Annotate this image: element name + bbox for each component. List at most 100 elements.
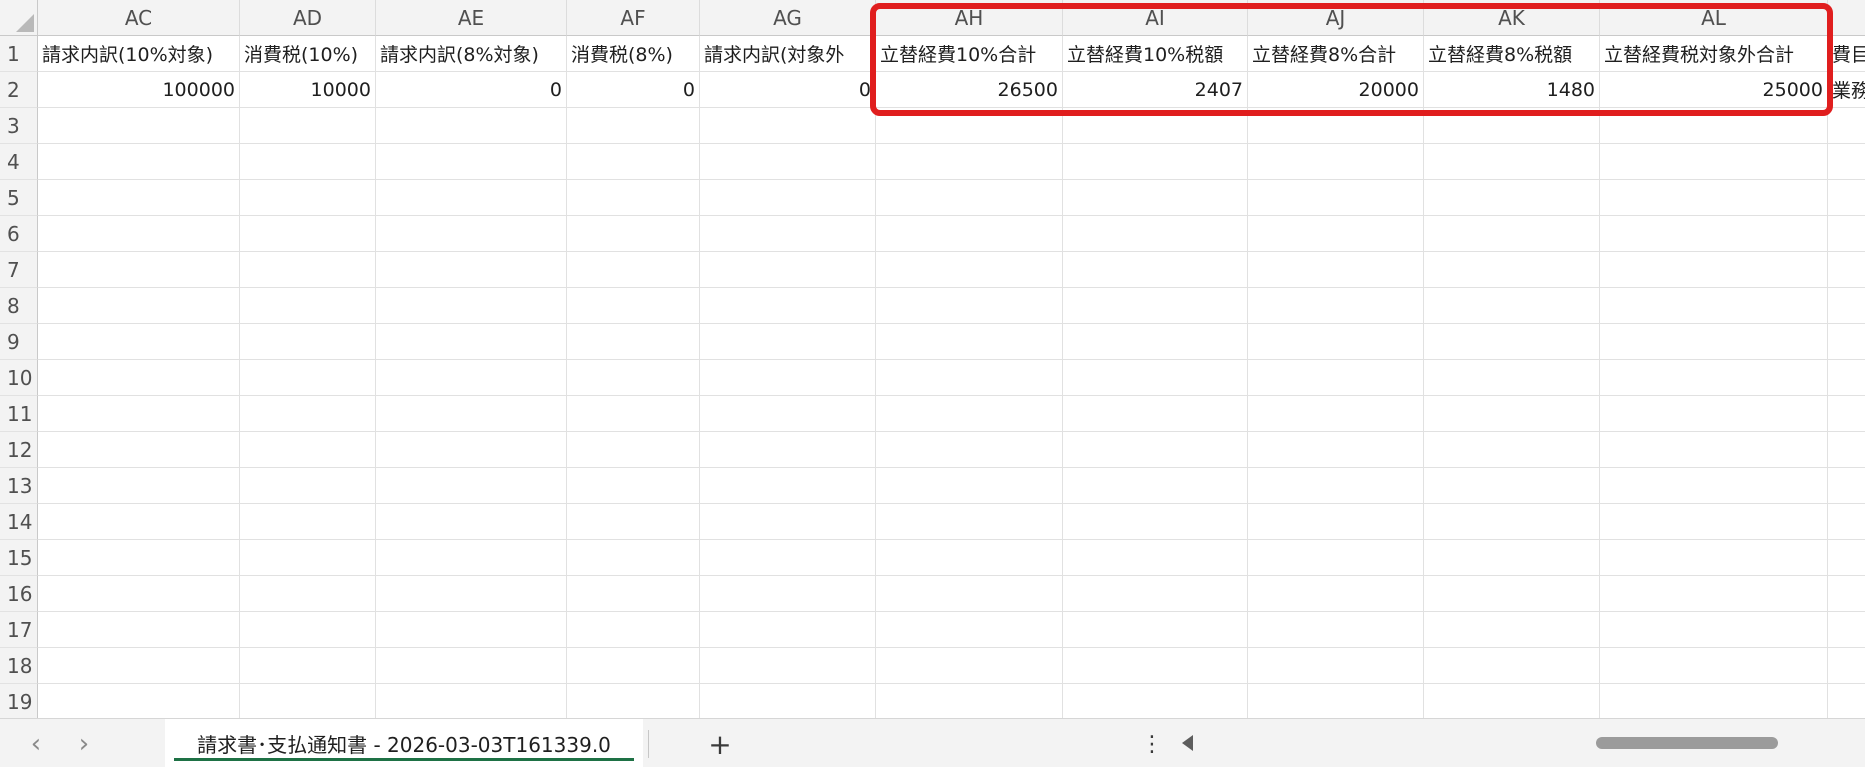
empty-cell[interactable] xyxy=(567,540,700,576)
value-cell[interactable]: 1480 xyxy=(1424,72,1600,108)
empty-cell[interactable] xyxy=(1248,504,1424,540)
empty-cell[interactable] xyxy=(1248,432,1424,468)
empty-cell[interactable] xyxy=(376,684,567,718)
row-header[interactable]: 1 xyxy=(0,36,38,72)
empty-cell[interactable] xyxy=(700,576,876,612)
empty-cell[interactable] xyxy=(567,252,700,288)
empty-cell[interactable] xyxy=(376,360,567,396)
row-header[interactable]: 7 xyxy=(0,252,38,288)
empty-cell[interactable] xyxy=(240,360,376,396)
empty-cell[interactable] xyxy=(1248,288,1424,324)
empty-cell[interactable] xyxy=(376,468,567,504)
empty-cell[interactable] xyxy=(1424,396,1600,432)
empty-cell[interactable] xyxy=(876,648,1063,684)
empty-cell[interactable] xyxy=(376,324,567,360)
empty-cell[interactable] xyxy=(38,684,240,718)
value-cell[interactable]: 業務 xyxy=(1828,72,1865,108)
header-cell[interactable]: 消費税(8%) xyxy=(567,36,700,72)
value-cell[interactable]: 0 xyxy=(376,72,567,108)
empty-cell[interactable] xyxy=(1063,648,1248,684)
empty-cell[interactable] xyxy=(240,252,376,288)
empty-cell[interactable] xyxy=(240,180,376,216)
empty-cell[interactable] xyxy=(1063,360,1248,396)
row-header[interactable]: 5 xyxy=(0,180,38,216)
empty-cell[interactable] xyxy=(1828,144,1865,180)
select-all-corner[interactable] xyxy=(0,0,38,36)
empty-cell[interactable] xyxy=(876,396,1063,432)
empty-cell[interactable] xyxy=(240,396,376,432)
empty-cell[interactable] xyxy=(1828,612,1865,648)
empty-cell[interactable] xyxy=(1248,252,1424,288)
sheet-tab-active[interactable]: 請求書･支払通知書 - 2026-03-03T161339.0 xyxy=(165,719,643,767)
empty-cell[interactable] xyxy=(700,396,876,432)
empty-cell[interactable] xyxy=(376,144,567,180)
empty-cell[interactable] xyxy=(567,576,700,612)
empty-cell[interactable] xyxy=(1600,540,1828,576)
row-header[interactable]: 4 xyxy=(0,144,38,180)
empty-cell[interactable] xyxy=(1248,108,1424,144)
empty-cell[interactable] xyxy=(700,216,876,252)
empty-cell[interactable] xyxy=(1828,576,1865,612)
header-cell[interactable]: 立替経費8%合計 xyxy=(1248,36,1424,72)
value-cell[interactable]: 20000 xyxy=(1248,72,1424,108)
empty-cell[interactable] xyxy=(1063,180,1248,216)
empty-cell[interactable] xyxy=(1600,216,1828,252)
empty-cell[interactable] xyxy=(376,396,567,432)
empty-cell[interactable] xyxy=(1424,252,1600,288)
empty-cell[interactable] xyxy=(240,144,376,180)
empty-cell[interactable] xyxy=(567,432,700,468)
empty-cell[interactable] xyxy=(876,576,1063,612)
empty-cell[interactable] xyxy=(1248,216,1424,252)
more-options-button[interactable]: ⋮ xyxy=(1141,727,1163,761)
empty-cell[interactable] xyxy=(567,396,700,432)
empty-cell[interactable] xyxy=(1248,396,1424,432)
empty-cell[interactable] xyxy=(700,648,876,684)
column-header[interactable]: AG xyxy=(700,0,876,36)
empty-cell[interactable] xyxy=(876,540,1063,576)
empty-cell[interactable] xyxy=(376,540,567,576)
empty-cell[interactable] xyxy=(240,324,376,360)
empty-cell[interactable] xyxy=(1424,648,1600,684)
empty-cell[interactable] xyxy=(1828,468,1865,504)
empty-cell[interactable] xyxy=(38,504,240,540)
empty-cell[interactable] xyxy=(700,540,876,576)
empty-cell[interactable] xyxy=(1600,252,1828,288)
column-header[interactable]: AJ xyxy=(1248,0,1424,36)
scrollbar-thumb[interactable] xyxy=(1596,737,1778,749)
empty-cell[interactable] xyxy=(567,612,700,648)
row-header[interactable]: 14 xyxy=(0,504,38,540)
empty-cell[interactable] xyxy=(700,612,876,648)
empty-cell[interactable] xyxy=(700,252,876,288)
empty-cell[interactable] xyxy=(1424,360,1600,396)
empty-cell[interactable] xyxy=(1424,324,1600,360)
row-header[interactable]: 15 xyxy=(0,540,38,576)
empty-cell[interactable] xyxy=(1063,612,1248,648)
empty-cell[interactable] xyxy=(567,144,700,180)
empty-cell[interactable] xyxy=(1248,576,1424,612)
empty-cell[interactable] xyxy=(38,612,240,648)
empty-cell[interactable] xyxy=(876,144,1063,180)
empty-cell[interactable] xyxy=(1063,540,1248,576)
add-sheet-button[interactable]: + xyxy=(700,727,740,761)
empty-cell[interactable] xyxy=(38,540,240,576)
empty-cell[interactable] xyxy=(1828,684,1865,718)
empty-cell[interactable] xyxy=(567,468,700,504)
horizontal-scrollbar[interactable] xyxy=(1176,729,1865,757)
empty-cell[interactable] xyxy=(1063,288,1248,324)
column-header[interactable]: AC xyxy=(38,0,240,36)
empty-cell[interactable] xyxy=(567,360,700,396)
empty-cell[interactable] xyxy=(376,648,567,684)
header-cell[interactable]: 請求内訳(10%対象) xyxy=(38,36,240,72)
header-cell[interactable]: 費目 xyxy=(1828,36,1865,72)
header-cell[interactable]: 立替経費税対象外合計 xyxy=(1600,36,1828,72)
empty-cell[interactable] xyxy=(876,180,1063,216)
row-header[interactable]: 18 xyxy=(0,648,38,684)
empty-cell[interactable] xyxy=(1248,648,1424,684)
empty-cell[interactable] xyxy=(1828,108,1865,144)
row-header[interactable]: 16 xyxy=(0,576,38,612)
empty-cell[interactable] xyxy=(700,684,876,718)
empty-cell[interactable] xyxy=(38,360,240,396)
column-header[interactable]: AI xyxy=(1063,0,1248,36)
empty-cell[interactable] xyxy=(1600,144,1828,180)
header-cell[interactable]: 請求内訳(対象外 xyxy=(700,36,876,72)
